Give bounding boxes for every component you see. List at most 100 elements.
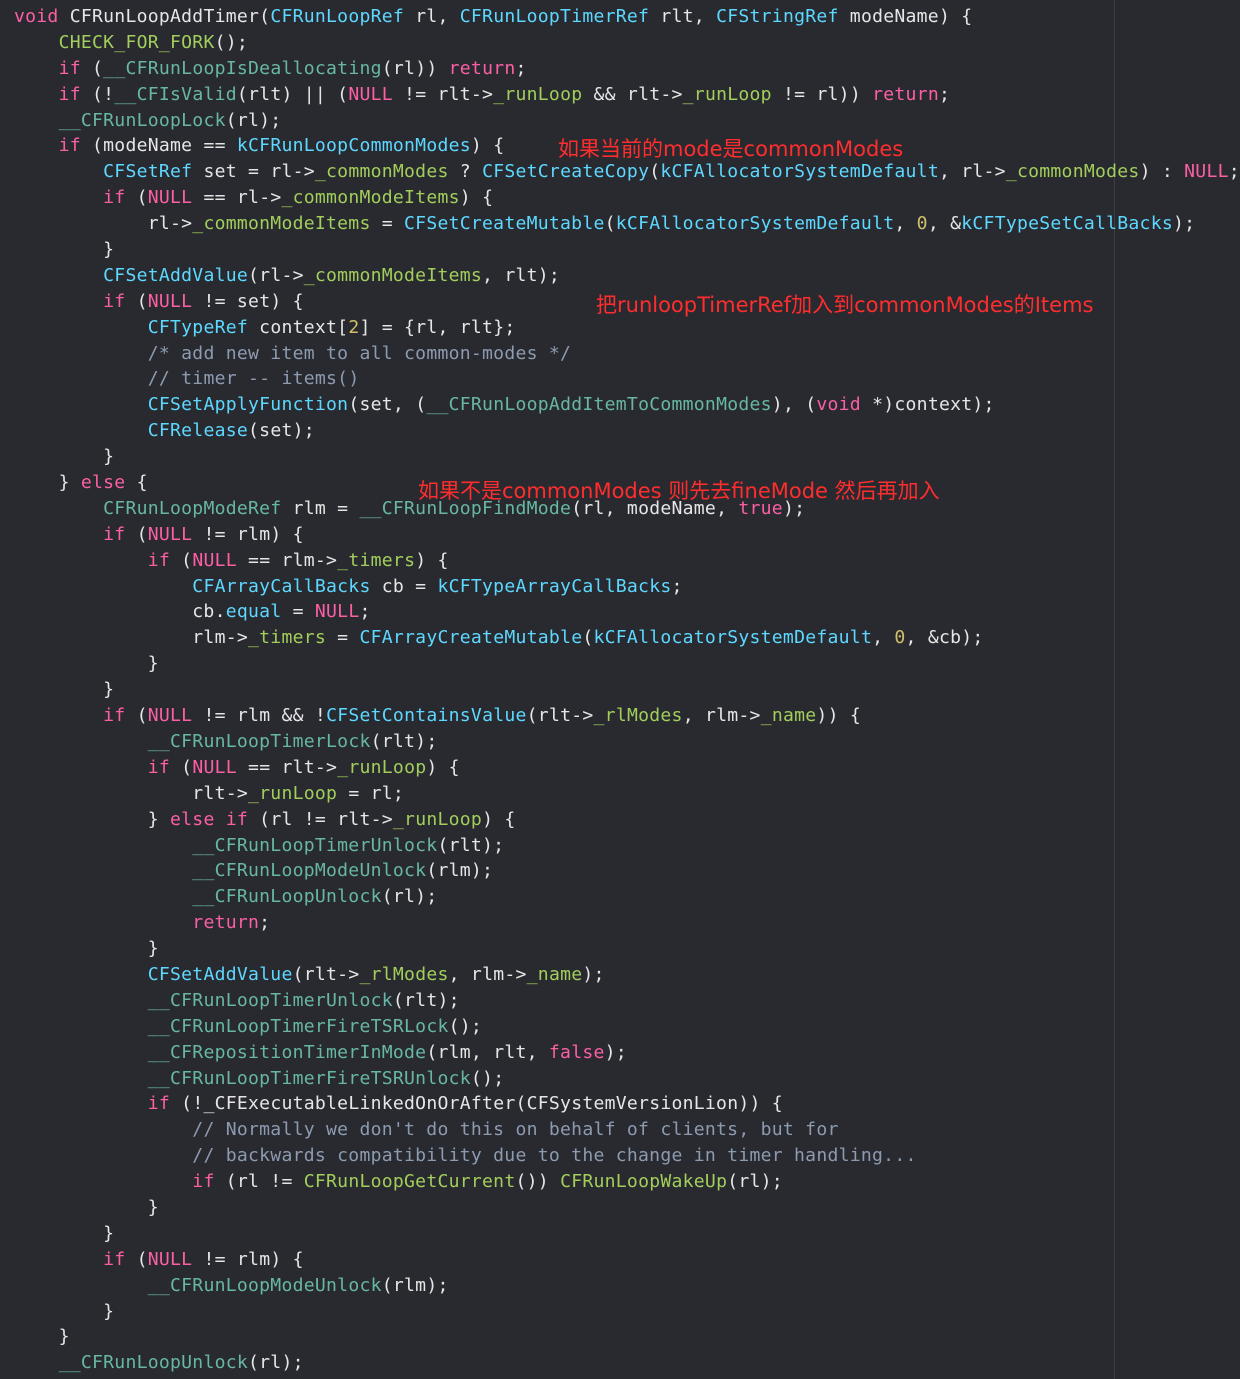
code-token: else <box>80 472 126 494</box>
code-line[interactable]: if (!__CFIsValid(rlt) || (NULL != rlt->_… <box>14 82 1240 108</box>
code-token: _commonModes <box>314 161 449 183</box>
code-token: if <box>103 705 126 727</box>
code-line[interactable]: CFRelease(set); <box>14 418 1240 444</box>
code-token: ) { <box>470 135 505 157</box>
code-line[interactable]: CFSetApplyFunction(set, (__CFRunLoopAddI… <box>14 392 1240 418</box>
code-token: ; <box>515 57 527 79</box>
code-line[interactable]: if (__CFRunLoopIsDeallocating(rl)) retur… <box>14 56 1240 82</box>
code-token: CFRunLoopModeRef <box>103 497 282 519</box>
code-line[interactable]: // Normally we don't do this on behalf o… <box>14 1117 1240 1143</box>
code-line[interactable]: rlt->_runLoop = rl; <box>14 781 1240 807</box>
code-line[interactable]: return; <box>14 910 1240 936</box>
code-line[interactable]: if (NULL != rlm && !CFSetContainsValue(r… <box>14 703 1240 729</box>
code-line[interactable]: } <box>14 237 1240 263</box>
code-line[interactable]: rlm->_timers = CFArrayCreateMutable(kCFA… <box>14 625 1240 651</box>
code-line[interactable]: __CFRunLoopTimerLock(rlt); <box>14 729 1240 755</box>
code-line[interactable]: if (NULL != rlm) { <box>14 522 1240 548</box>
code-token: if <box>58 83 81 105</box>
code-line[interactable]: } <box>14 936 1240 962</box>
code-line[interactable]: __CFRunLoopUnlock(rl); <box>14 1350 1240 1376</box>
code-token: (rlt); <box>370 730 438 752</box>
code-token: if <box>147 1093 171 1115</box>
code-line[interactable]: // backwards compatibility due to the ch… <box>14 1143 1240 1169</box>
code-token: CFSetAddValue <box>103 264 249 286</box>
code-line[interactable]: } <box>14 1299 1240 1325</box>
code-token: rlt, <box>649 6 717 27</box>
code-token: ; <box>359 601 371 623</box>
code-token: } <box>14 446 115 468</box>
code-token: } <box>14 938 159 960</box>
code-line[interactable]: void CFRunLoopAddTimer(CFRunLoopRef rl, … <box>14 4 1240 30</box>
code-line[interactable]: } <box>14 1195 1240 1221</box>
code-line[interactable]: CFSetAddValue(rlt->_rlModes, rlm->_name)… <box>14 962 1240 988</box>
code-token: if <box>103 1248 126 1270</box>
code-token: _commonModeItems <box>281 187 460 209</box>
code-token: (rlt); <box>437 834 505 856</box>
code-token: } <box>14 1196 159 1218</box>
code-token: __CFRunLoopModeUnlock <box>192 860 427 882</box>
code-line[interactable]: if (!_CFExecutableLinkedOnOrAfter(CFSyst… <box>14 1091 1240 1117</box>
code-token: CFRunLoopTimerRef <box>459 6 650 27</box>
code-token: (rlm); <box>426 860 494 882</box>
code-line[interactable]: if (NULL != rlm) { <box>14 1247 1240 1273</box>
code-line[interactable]: __CFRunLoopTimerUnlock(rlt); <box>14 988 1240 1014</box>
code-line[interactable]: } else if (rl != rlt->_runLoop) { <box>14 807 1240 833</box>
code-line[interactable]: CFSetAddValue(rl->_commonModeItems, rlt)… <box>14 263 1240 289</box>
code-line[interactable]: __CFRunLoopTimerFireTSRUnlock(); <box>14 1066 1240 1092</box>
code-line[interactable]: __CFRunLoopTimerUnlock(rlt); <box>14 833 1240 859</box>
code-token: cb = <box>370 575 438 597</box>
code-line[interactable]: /* add new item to all common-modes */ <box>14 341 1240 367</box>
code-token: // Normally we don't do this on behalf o… <box>192 1119 839 1141</box>
code-line[interactable]: __CFRepositionTimerInMode(rlm, rlt, fals… <box>14 1040 1240 1066</box>
code-line[interactable]: rl->_commonModeItems = CFSetCreateMutabl… <box>14 211 1240 237</box>
code-line[interactable]: if (NULL == rlt->_runLoop) { <box>14 755 1240 781</box>
code-line[interactable]: } <box>14 1324 1240 1350</box>
code-editor[interactable]: void CFRunLoopAddTimer(CFRunLoopRef rl, … <box>0 0 1240 1379</box>
code-token: NULL <box>147 187 193 209</box>
code-token: if <box>58 135 81 157</box>
code-line[interactable]: __CFRunLoopModeUnlock(rlm); <box>14 1273 1240 1299</box>
code-line[interactable]: __CFRunLoopUnlock(rl); <box>14 884 1240 910</box>
code-line[interactable]: __CFRunLoopModeUnlock(rlm); <box>14 858 1240 884</box>
code-line[interactable]: __CFRunLoopTimerFireTSRLock(); <box>14 1014 1240 1040</box>
code-line[interactable]: if (NULL == rlm->_timers) { <box>14 548 1240 574</box>
code-token: ) { <box>459 187 494 209</box>
code-line[interactable]: CFSetRef set = rl->_commonModes ? CFSetC… <box>14 159 1240 185</box>
code-token: , <box>872 627 895 649</box>
code-line[interactable]: } <box>14 1221 1240 1247</box>
code-line[interactable]: if (rl != CFRunLoopGetCurrent()) CFRunLo… <box>14 1169 1240 1195</box>
code-token: != rlm) { <box>192 1248 304 1270</box>
code-line[interactable]: } <box>14 444 1240 470</box>
code-block[interactable]: void CFRunLoopAddTimer(CFRunLoopRef rl, … <box>14 4 1240 1376</box>
code-token: CFSetCreateMutable <box>404 213 605 235</box>
code-line[interactable]: __CFRunLoopLock(rl); <box>14 108 1240 134</box>
code-line[interactable]: // timer -- items() <box>14 366 1240 392</box>
code-line[interactable]: cb.equal = NULL; <box>14 599 1240 625</box>
code-token: (); <box>470 1067 505 1089</box>
code-line[interactable]: CFArrayCallBacks cb = kCFTypeArrayCallBa… <box>14 574 1240 600</box>
code-line[interactable]: } <box>14 651 1240 677</box>
code-token: (rlm, rlt, <box>426 1041 549 1063</box>
code-token: else if <box>170 808 249 830</box>
code-token: ( <box>125 705 148 727</box>
code-token: NULL <box>192 549 237 571</box>
code-line[interactable]: if (NULL == rl->_commonModeItems) { <box>14 185 1240 211</box>
code-token: false <box>548 1041 605 1063</box>
code-token: = rl; <box>337 782 405 804</box>
code-line[interactable]: CHECK_FOR_FORK(); <box>14 30 1240 56</box>
code-token: __CFRunLoopTimerUnlock <box>147 989 393 1011</box>
code-line[interactable]: } <box>14 677 1240 703</box>
